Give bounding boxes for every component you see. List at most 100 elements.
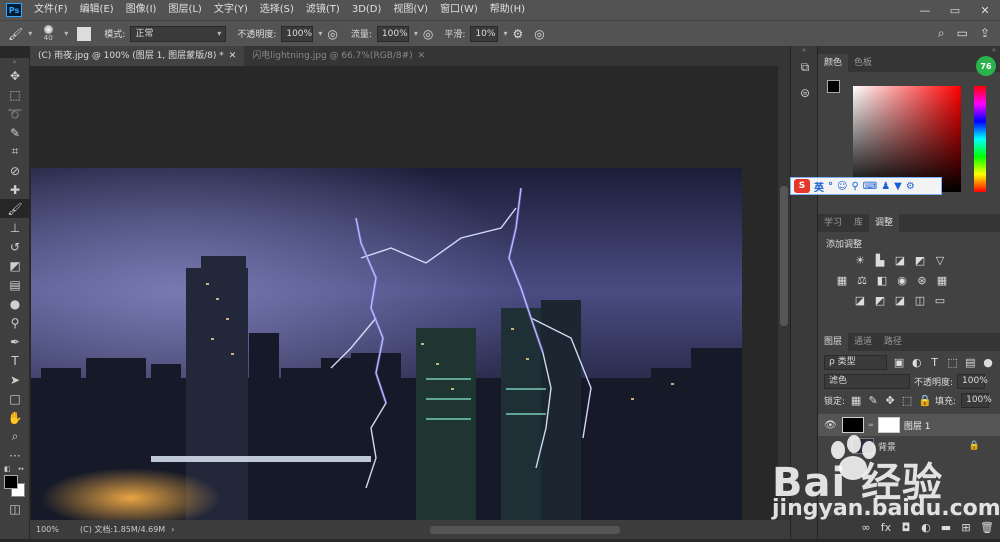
tab-paths[interactable]: 路径 [878,333,908,351]
close-icon[interactable]: ✕ [229,51,237,61]
zoom-tool-icon[interactable]: ⌕ [0,427,30,446]
black-white-icon[interactable]: ◧ [876,275,888,287]
tab-rain-night[interactable]: (C) 雨夜.jpg @ 100% (图层 1, 图层蒙版/8) * ✕ [30,46,245,66]
share-icon[interactable]: ⇪ [980,26,990,41]
vibrance-icon[interactable]: ▽ [934,255,946,267]
close-icon[interactable]: ✕ [418,51,426,61]
more-tools-icon[interactable]: ··· [0,446,30,465]
panel-collapse-icon[interactable]: « [791,46,817,54]
lock-all-icon[interactable]: 🔒 [918,394,932,407]
quick-mask-icon[interactable]: ◫ [0,499,30,518]
brush-tool-icon[interactable]: 🖌 [0,199,30,218]
panel-collapse-icon[interactable]: « [818,46,1000,54]
layer-filter-select[interactable]: ρ 类型 [824,355,888,370]
path-select-tool-icon[interactable]: ➤ [0,370,30,389]
workspace-icon[interactable]: ▭ [957,26,968,41]
color-balance-icon[interactable]: ⚖ [856,275,868,287]
curves-icon[interactable]: ◪ [894,255,906,267]
maximize-button[interactable]: ▭ [940,0,970,20]
ime-language-toggle[interactable]: 英 [814,179,824,194]
levels-icon[interactable]: ▙ [874,255,886,267]
foreground-color-swatch[interactable] [827,80,840,93]
invert-icon[interactable]: ◪ [854,295,866,307]
chevron-down-icon[interactable]: ▾ [318,29,322,38]
mode-select[interactable]: 正常 ▾ [130,25,227,42]
lasso-tool-icon[interactable]: ➰ [0,104,30,123]
chevron-down-icon[interactable]: ▾ [414,29,418,38]
channel-mixer-icon[interactable]: ⊛ [916,275,928,287]
menu-select[interactable]: 选择(S) [254,0,300,20]
zoom-level[interactable]: 100% [30,525,80,534]
clone-stamp-tool-icon[interactable]: ⊥ [0,218,30,237]
rectangle-tool-icon[interactable]: □ [0,389,30,408]
gear-icon[interactable]: ⚙ [512,27,523,41]
pen-tool-icon[interactable]: ✒ [0,332,30,351]
menu-file[interactable]: 文件(F) [28,0,74,20]
color-picker[interactable] [818,72,1000,192]
emoji-icon[interactable]: ☺ [837,181,847,192]
blur-tool-icon[interactable]: ● [0,294,30,313]
punctuation-icon[interactable]: ° [828,181,833,192]
layer-opacity-input[interactable]: 100% [957,374,988,389]
history-panel-icon[interactable]: ⧉ [791,54,819,80]
settings-icon[interactable]: ⚙ [906,181,915,192]
menu-edit[interactable]: 编辑(E) [74,0,120,20]
menu-help[interactable]: 帮助(H) [484,0,531,20]
threshold-icon[interactable]: ◪ [894,295,906,307]
visibility-eye-icon[interactable]: 👁 [824,420,838,431]
pressure-opacity-icon[interactable]: ◎ [327,27,337,41]
status-arrow-icon[interactable]: › [171,525,174,534]
voice-icon[interactable]: ⚲ [851,181,858,192]
menu-filter[interactable]: 滤镜(T) [300,0,346,20]
menu-3d[interactable]: 3D(D) [346,0,388,20]
search-icon[interactable]: ⌕ [938,26,945,41]
quick-select-tool-icon[interactable]: ✎ [0,123,30,142]
flow-input[interactable]: 100% [376,25,409,42]
eraser-tool-icon[interactable]: ◩ [0,256,30,275]
swap-colors-icon[interactable]: ↔ [18,465,24,473]
tab-libraries[interactable]: 库 [848,214,869,232]
menu-type[interactable]: 文字(Y) [208,0,254,20]
gradient-tool-icon[interactable]: ▤ [0,275,30,294]
filter-type-icon[interactable]: T [929,356,941,369]
filter-toggle-icon[interactable]: ● [982,356,994,369]
hue-saturation-icon[interactable]: ▦ [836,275,848,287]
marquee-tool-icon[interactable]: ⬚ [0,85,30,104]
menu-view[interactable]: 视图(V) [387,0,434,20]
chevron-down-icon[interactable]: ▾ [28,29,32,38]
filter-pixel-icon[interactable]: ▣ [893,356,905,369]
filter-shape-icon[interactable]: ⬚ [947,356,959,369]
close-window-button[interactable]: ✕ [970,0,1000,20]
lock-artboard-icon[interactable]: ⬚ [901,394,913,407]
hand-tool-icon[interactable]: ✋ [0,408,30,427]
hue-slider[interactable] [974,86,986,192]
eyedropper-tool-icon[interactable]: ⊘ [0,161,30,180]
photo-filter-icon[interactable]: ◉ [896,275,908,287]
link-icon[interactable]: ∞ [868,421,874,429]
document-image[interactable] [31,168,742,520]
user-icon[interactable]: ♟ [881,181,890,192]
sogou-logo-icon[interactable]: S [794,179,810,193]
crop-tool-icon[interactable]: ⌗ [0,142,30,161]
posterize-icon[interactable]: ◩ [874,295,886,307]
foreground-color-swatch[interactable] [4,475,18,489]
color-swatches[interactable]: ◧ ↔ [0,465,29,499]
tab-layers[interactable]: 图层 [818,333,849,351]
healing-brush-tool-icon[interactable]: ✚ [0,180,30,199]
tab-adjustments[interactable]: 调整 [869,214,900,232]
opacity-input[interactable]: 100% [281,25,314,42]
brush-panel-toggle-icon[interactable] [77,26,92,41]
tab-channels[interactable]: 通道 [848,333,878,351]
tab-swatches[interactable]: 色板 [848,54,878,72]
chevron-down-icon[interactable]: ▾ [503,29,507,38]
dodge-tool-icon[interactable]: ⚲ [0,313,30,332]
horizontal-scrollbar[interactable] [430,525,620,534]
chevron-down-icon[interactable]: ▾ [64,29,68,38]
menu-window[interactable]: 窗口(W) [434,0,484,20]
history-brush-tool-icon[interactable]: ↺ [0,237,30,256]
gradient-map-icon[interactable]: ▭ [934,295,946,307]
type-tool-icon[interactable]: T [0,351,30,370]
panel-collapse-icon[interactable]: » [0,58,29,66]
brush-tool-icon[interactable]: 🖌 [8,27,23,41]
lock-pixels-icon[interactable]: ✎ [867,394,879,407]
